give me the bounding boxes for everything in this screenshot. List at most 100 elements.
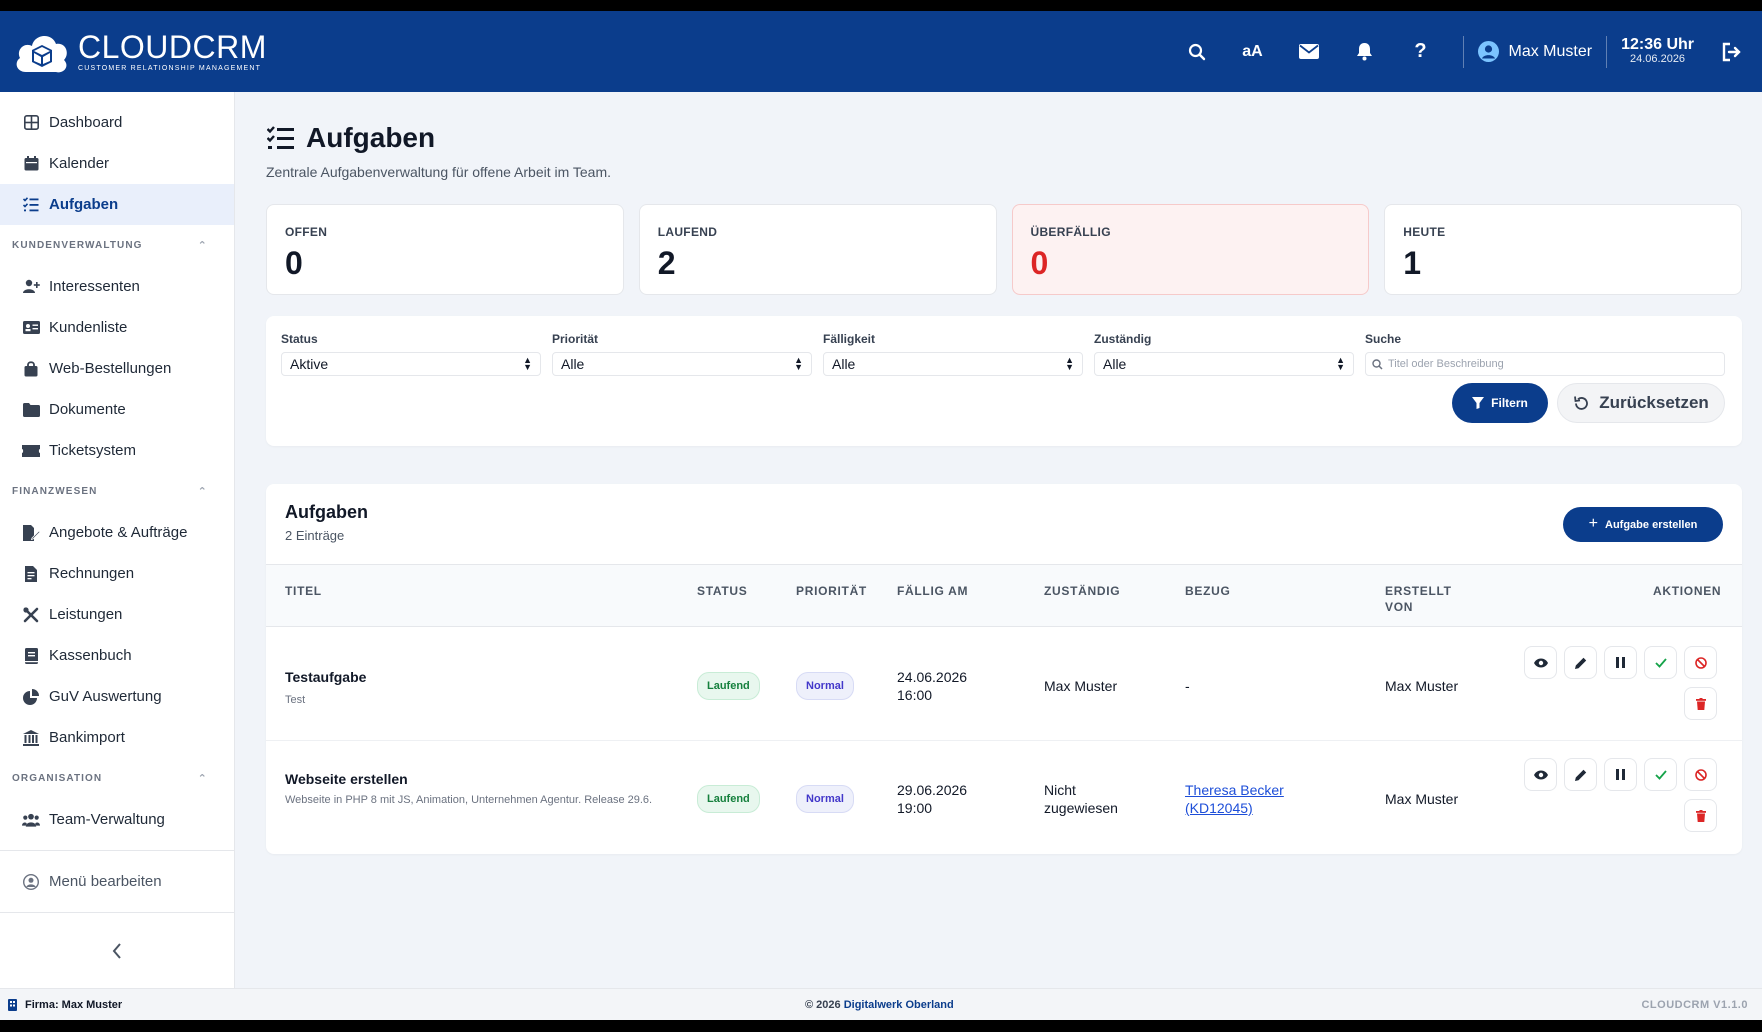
sidebar-item-label: Team-Verwaltung bbox=[49, 811, 165, 828]
reference-cell: Theresa Becker (KD12045) bbox=[1185, 781, 1284, 817]
page-title: Aufgaben bbox=[267, 122, 435, 154]
logo[interactable]: CLOUDCRM CUSTOMER RELATIONSHIP MANAGEMEN… bbox=[12, 28, 267, 76]
edit-button[interactable] bbox=[1564, 758, 1597, 791]
view-button[interactable] bbox=[1524, 646, 1557, 679]
tools-icon bbox=[22, 606, 40, 624]
task-title[interactable]: Webseite erstellen bbox=[285, 770, 665, 788]
column-header-faellig[interactable]: FÄLLIG AM bbox=[897, 583, 968, 599]
copyright: © 2026 Digitalwerk Oberland bbox=[805, 999, 954, 1011]
top-navigation-bar: CLOUDCRM CUSTOMER RELATIONSHIP MANAGEMEN… bbox=[0, 11, 1762, 92]
sidebar-item-aufgaben[interactable]: Aufgaben bbox=[0, 184, 234, 225]
reset-button[interactable]: Zurücksetzen bbox=[1557, 383, 1725, 423]
column-header-prioritaet[interactable]: PRIORITÄT bbox=[796, 583, 867, 599]
section-title: KUNDENVERWALTUNG bbox=[12, 240, 143, 251]
column-header-status[interactable]: STATUS bbox=[697, 583, 747, 599]
create-task-button[interactable]: + Aufgabe erstellen bbox=[1563, 507, 1723, 542]
edit-menu-button[interactable]: Menü bearbeiten bbox=[0, 861, 234, 902]
delete-button[interactable] bbox=[1684, 799, 1717, 832]
logout-icon[interactable] bbox=[1704, 32, 1760, 72]
edit-button[interactable] bbox=[1564, 646, 1597, 679]
collapse-sidebar-button[interactable] bbox=[0, 912, 234, 988]
sidebar-item-leistungen[interactable]: Leistungen bbox=[0, 594, 234, 635]
delete-button[interactable] bbox=[1684, 687, 1717, 720]
sidebar-item-interessenten[interactable]: Interessenten bbox=[0, 266, 234, 307]
select-value: Aktive bbox=[290, 356, 329, 372]
sidebar-item-team-verwaltung[interactable]: Team-Verwaltung bbox=[0, 799, 234, 840]
search-icon[interactable] bbox=[1169, 32, 1225, 72]
stat-value: 2 bbox=[657, 245, 676, 281]
status-select[interactable]: Aktive ▲ ▼ bbox=[281, 352, 541, 376]
sidebar-item-web-bestellungen[interactable]: Web-Bestellungen bbox=[0, 348, 234, 389]
priority-select[interactable]: Alle ▲ ▼ bbox=[552, 352, 812, 376]
table-title: Aufgaben bbox=[285, 502, 368, 522]
assignee-select[interactable]: Alle ▲ ▼ bbox=[1094, 352, 1354, 376]
due-cell: 24.06.2026 16:00 bbox=[897, 668, 967, 704]
mail-icon[interactable] bbox=[1281, 32, 1337, 72]
customer-link[interactable]: Theresa Becker bbox=[1185, 781, 1284, 799]
sidebar-item-guv[interactable]: GuV Auswertung bbox=[0, 676, 234, 717]
font-size-toggle[interactable]: aA bbox=[1225, 32, 1281, 72]
column-header-titel[interactable]: TITEL bbox=[285, 583, 322, 599]
section-kundenverwaltung[interactable]: KUNDENVERWALTUNG ⌃ bbox=[0, 225, 234, 266]
due-date: 24.06.2026 bbox=[897, 669, 968, 685]
view-button[interactable] bbox=[1524, 758, 1557, 791]
sidebar-item-label: GuV Auswertung bbox=[49, 688, 162, 705]
help-icon[interactable]: ? bbox=[1393, 32, 1449, 72]
sidebar-item-rechnungen[interactable]: Rechnungen bbox=[0, 553, 234, 594]
tasks-table-card: Aufgaben 2 Einträge + Aufgabe erstellen … bbox=[266, 484, 1742, 854]
complete-button[interactable] bbox=[1644, 646, 1677, 679]
sidebar-item-ticketsystem[interactable]: Ticketsystem bbox=[0, 430, 234, 471]
bell-icon[interactable] bbox=[1337, 32, 1393, 72]
column-header-bezug[interactable]: BEZUG bbox=[1185, 583, 1231, 599]
column-header-zustaendig[interactable]: ZUSTÄNDIG bbox=[1044, 583, 1120, 599]
filter-button-label: Filtern bbox=[1491, 396, 1528, 410]
sidebar-item-dokumente[interactable]: Dokumente bbox=[0, 389, 234, 430]
sidebar-item-label: Rechnungen bbox=[49, 565, 135, 582]
filter-label: Zuständig bbox=[1094, 332, 1152, 346]
brand-name: CLOUDCRM bbox=[78, 28, 267, 65]
pause-icon bbox=[1616, 657, 1625, 668]
filter-panel: Status Aktive ▲ ▼ Priorität Alle ▲ ▼ Fälli… bbox=[266, 316, 1742, 446]
section-finanzwesen[interactable]: FINANZWESEN ⌃ bbox=[0, 471, 234, 512]
section-organisation[interactable]: ORGANISATION ⌃ bbox=[0, 758, 234, 799]
table-row[interactable]: Testaufgabe Test Laufend Normal 24.06.20… bbox=[266, 628, 1742, 741]
task-title[interactable]: Testaufgabe bbox=[285, 668, 366, 686]
sidebar-item-bankimport[interactable]: Bankimport bbox=[0, 717, 234, 758]
pause-button[interactable] bbox=[1604, 758, 1637, 791]
sidebar-item-kalender[interactable]: Kalender bbox=[0, 143, 234, 184]
due-select[interactable]: Alle ▲ ▼ bbox=[823, 352, 1083, 376]
column-header-erstellt-von[interactable]: ERSTELLT VON bbox=[1385, 583, 1452, 615]
filter-button[interactable]: Filtern bbox=[1452, 383, 1548, 423]
sidebar-item-dashboard[interactable]: Dashboard bbox=[0, 102, 234, 143]
customer-id-link[interactable]: (KD12045) bbox=[1185, 799, 1284, 817]
current-date: 24.06.2026 bbox=[1630, 52, 1686, 65]
user-menu[interactable]: Max Muster bbox=[1477, 41, 1592, 62]
complete-button[interactable] bbox=[1644, 758, 1677, 791]
pie-chart-icon bbox=[22, 688, 40, 706]
user-plus-icon bbox=[22, 278, 40, 296]
invoice-icon bbox=[22, 565, 40, 583]
check-icon bbox=[1654, 769, 1667, 780]
page-subtitle: Zentrale Aufgabenverwaltung für offene A… bbox=[266, 164, 612, 180]
pause-button[interactable] bbox=[1604, 646, 1637, 679]
company-link[interactable]: Digitalwerk Oberland bbox=[844, 999, 954, 1011]
priority-cell: Normal bbox=[796, 672, 854, 700]
pencil-icon bbox=[1574, 769, 1586, 781]
sidebar-item-label: Kalender bbox=[49, 155, 110, 172]
sidebar-item-kundenliste[interactable]: Kundenliste bbox=[0, 307, 234, 348]
stat-label: OFFEN bbox=[285, 225, 328, 239]
copyright-year: © 2026 bbox=[805, 998, 841, 1011]
sidebar-item-angebote[interactable]: Angebote & Aufträge bbox=[0, 512, 234, 553]
sort-arrows-icon: ▲ ▼ bbox=[523, 355, 532, 372]
priority-badge: Normal bbox=[796, 785, 854, 813]
sidebar-item-label: Angebote & Aufträge bbox=[49, 524, 188, 541]
search-input[interactable]: Titel oder Beschreibung bbox=[1365, 352, 1725, 376]
sidebar-item-kassenbuch[interactable]: Kassenbuch bbox=[0, 635, 234, 676]
stat-card-offen: OFFEN 0 bbox=[266, 204, 624, 295]
chevron-up-icon: ⌃ bbox=[197, 773, 208, 785]
table-row[interactable]: Webseite erstellen Webseite in PHP 8 mit… bbox=[266, 742, 1742, 854]
cancel-button[interactable] bbox=[1684, 758, 1717, 791]
cancel-button[interactable] bbox=[1684, 646, 1717, 679]
select-value: Alle bbox=[1103, 356, 1127, 372]
chevron-up-icon: ⌃ bbox=[197, 240, 208, 252]
